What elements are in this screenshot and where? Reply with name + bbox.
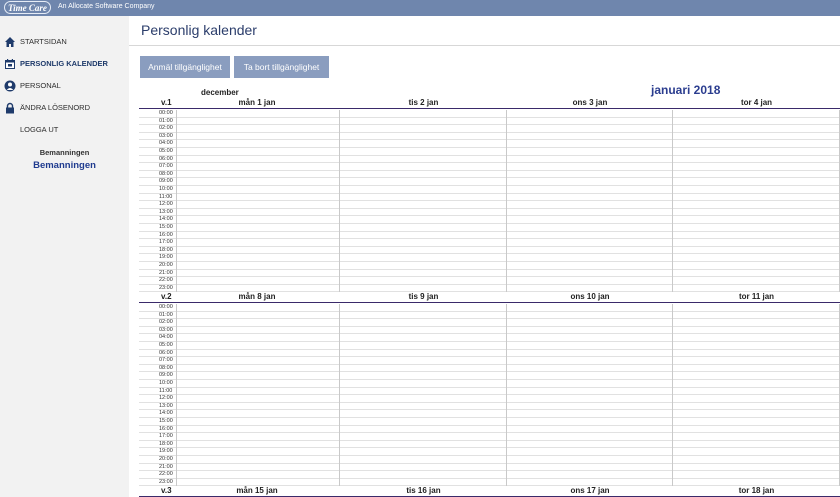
day-column[interactable]: [673, 304, 840, 487]
day-column[interactable]: [340, 304, 507, 487]
brand-title[interactable]: Bemanningen: [0, 160, 129, 171]
day-header[interactable]: mån 1 jan: [217, 98, 297, 107]
day-header[interactable]: tis 16 jan: [384, 486, 464, 495]
day-column[interactable]: [507, 304, 673, 487]
sidebar-item-personlig-kalender[interactable]: PERSONLIG KALENDER: [4, 56, 128, 72]
time-axis-divider: [139, 304, 177, 487]
day-header[interactable]: tis 2 jan: [384, 98, 464, 107]
day-header[interactable]: mån 15 jan: [217, 486, 297, 495]
week-number: v.3: [161, 486, 172, 495]
sidebar-item-label: STARTSIDAN: [20, 37, 67, 46]
sidebar-item-personal[interactable]: PERSONAL: [4, 78, 128, 94]
home-icon: [5, 37, 15, 47]
day-column[interactable]: [340, 110, 507, 293]
time-axis-divider: [139, 110, 177, 293]
calendar-icon: [5, 59, 15, 69]
brand-label: Bemanningen: [39, 148, 90, 157]
day-header[interactable]: mån 8 jan: [217, 292, 297, 301]
day-column[interactable]: [507, 110, 673, 293]
sidebar-item-logga-ut[interactable]: LOGGA UT: [4, 122, 128, 138]
timecare-logo[interactable]: Time Care: [4, 1, 51, 14]
day-header[interactable]: tor 11 jan: [717, 292, 797, 301]
week-number: v.1: [161, 98, 172, 107]
day-header[interactable]: tor 18 jan: [717, 486, 797, 495]
week-header: v.1 mån 1 jan tis 2 jan ons 3 jan tor 4 jan: [139, 98, 840, 109]
sidebar-item-label: ÄNDRA LÖSENORD: [20, 103, 91, 112]
week-number: v.2: [161, 292, 172, 301]
day-column[interactable]: [177, 110, 340, 293]
month-title: januari 2018: [651, 83, 721, 97]
remove-availability-button[interactable]: Ta bort tillgänglighet: [234, 56, 329, 78]
day-header[interactable]: ons 17 jan: [550, 486, 630, 495]
sidebar-item-label: PERSONAL: [20, 81, 61, 90]
previous-month-link[interactable]: december: [201, 88, 239, 97]
day-header[interactable]: tor 4 jan: [717, 98, 797, 107]
sidebar-item-label: PERSONLIG KALENDER: [20, 59, 108, 68]
page-title: Personlig kalender: [141, 22, 257, 38]
week-grid: 00:00 01:00 02:00 03:00 04:00 05:00 06:00 07:00…: [139, 110, 840, 293]
person-icon: [4, 80, 16, 92]
sidebar: STARTSIDAN PERSONLIG KALENDER PERSONAL Ä…: [0, 16, 129, 497]
day-header[interactable]: tis 9 jan: [384, 292, 464, 301]
day-column[interactable]: [673, 110, 840, 293]
top-bar: Time Care An Allocate Software Company: [0, 0, 840, 16]
report-availability-button[interactable]: Anmäl tillgänglighet: [140, 56, 230, 78]
lock-icon: [6, 102, 14, 114]
title-bar: Personlig kalender: [129, 16, 840, 46]
day-header[interactable]: ons 3 jan: [550, 98, 630, 107]
sidebar-item-label: LOGGA UT: [20, 125, 59, 134]
week-grid: 00:00 01:00 02:00 03:00 04:00 05:00 06:00 07:00…: [139, 304, 840, 487]
sidebar-item-startsidan[interactable]: STARTSIDAN: [4, 34, 128, 50]
week-header: v.2 mån 8 jan tis 9 jan ons 10 jan tor 11 ja…: [139, 292, 840, 303]
tagline: An Allocate Software Company: [58, 3, 155, 10]
day-column[interactable]: [177, 304, 340, 487]
calendar: december januari 2018 v.1 mån 1 jan tis 2 …: [139, 83, 840, 497]
sidebar-item-andra-losenord[interactable]: ÄNDRA LÖSENORD: [4, 100, 128, 116]
day-header[interactable]: ons 10 jan: [550, 292, 630, 301]
week-header: v.3 mån 15 jan tis 16 jan ons 17 jan tor 18 …: [139, 486, 840, 497]
